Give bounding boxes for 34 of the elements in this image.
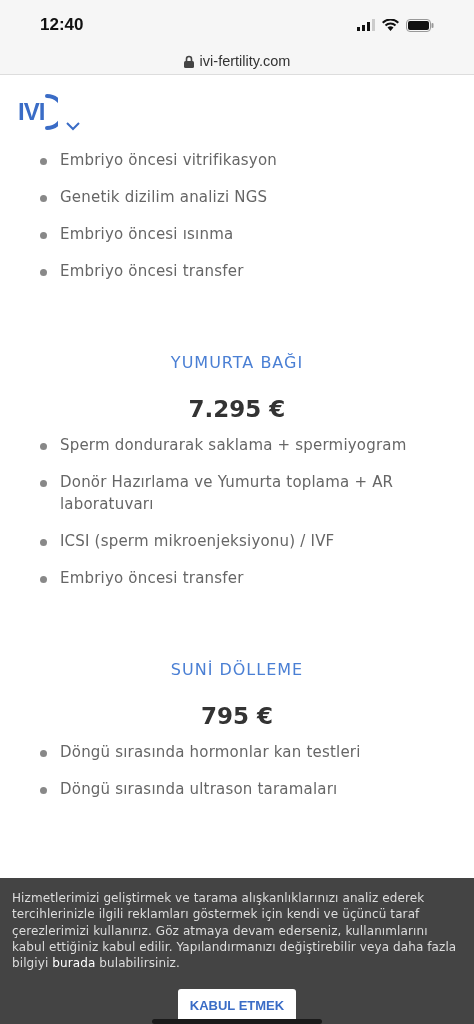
bullet-icon <box>40 195 47 202</box>
list-item-text: ICSI (sperm mikroenjeksiyonu) / IVF <box>60 531 336 552</box>
bullet-icon <box>40 480 47 487</box>
list-item-text: Embriyo öncesi transfer <box>60 261 245 282</box>
list-item-text: Döngü sırasında ultrason taramaları <box>60 779 339 800</box>
url-text[interactable]: ivi-fertility.com <box>199 53 291 69</box>
chevron-down-icon[interactable] <box>66 122 81 131</box>
bullet-icon <box>40 576 47 583</box>
section-heading: YUMURTA BAĞI <box>169 353 305 372</box>
list-item-text: Döngü sırasında hormonlar kan testleri <box>60 742 362 763</box>
cookie-text: Hizmetlerimizi geliştirmek ve tarama alışkanlıklarınızı analiz ederek tercihlerinizle ilgili reklamları göstermek için kendi ve üçüncü taraf çerezlerimizi kullanırız. Göz atmaya devam ederseniz, kullanımlarını kabul ettiğiniz kabul edilir. Yapılandırmanızı değiştirebilir veya daha fazla bilgiyi burada bulabilirsiniz. <box>12 890 458 972</box>
bullet-icon <box>40 539 47 546</box>
signal-icon <box>357 19 375 31</box>
list-item-text: Sperm dondurarak saklama + spermiyogram <box>60 435 408 456</box>
list-item-text: Genetik dizilim analizi NGS <box>60 187 269 208</box>
bullet-icon <box>40 443 47 450</box>
bullet-icon <box>40 787 47 794</box>
battery-icon <box>406 18 434 32</box>
list-item-text: Embriyo öncesi vitrifikasyon <box>60 150 278 171</box>
price-text: 795 € <box>200 703 274 729</box>
list-item-text: Donör Hazırlama ve Yumurta toplama + AR laboratuvarı <box>60 472 395 515</box>
status-time: 12:40 <box>40 15 84 35</box>
bullet-icon <box>40 158 47 165</box>
section-heading: SUNİ DÖLLEME <box>169 660 305 679</box>
lock-icon <box>183 54 194 68</box>
list-item-text: Embriyo öncesi transfer <box>60 568 245 589</box>
wifi-icon <box>382 19 399 31</box>
bullet-icon <box>40 750 47 757</box>
bullet-icon <box>40 232 47 239</box>
bullet-icon <box>40 269 47 276</box>
logo-text[interactable]: IVI <box>18 98 45 126</box>
list-item-text: Embriyo öncesi ısınma <box>60 224 235 245</box>
price-text: 7.295 € <box>187 396 287 422</box>
logo-arc-icon <box>44 93 59 131</box>
